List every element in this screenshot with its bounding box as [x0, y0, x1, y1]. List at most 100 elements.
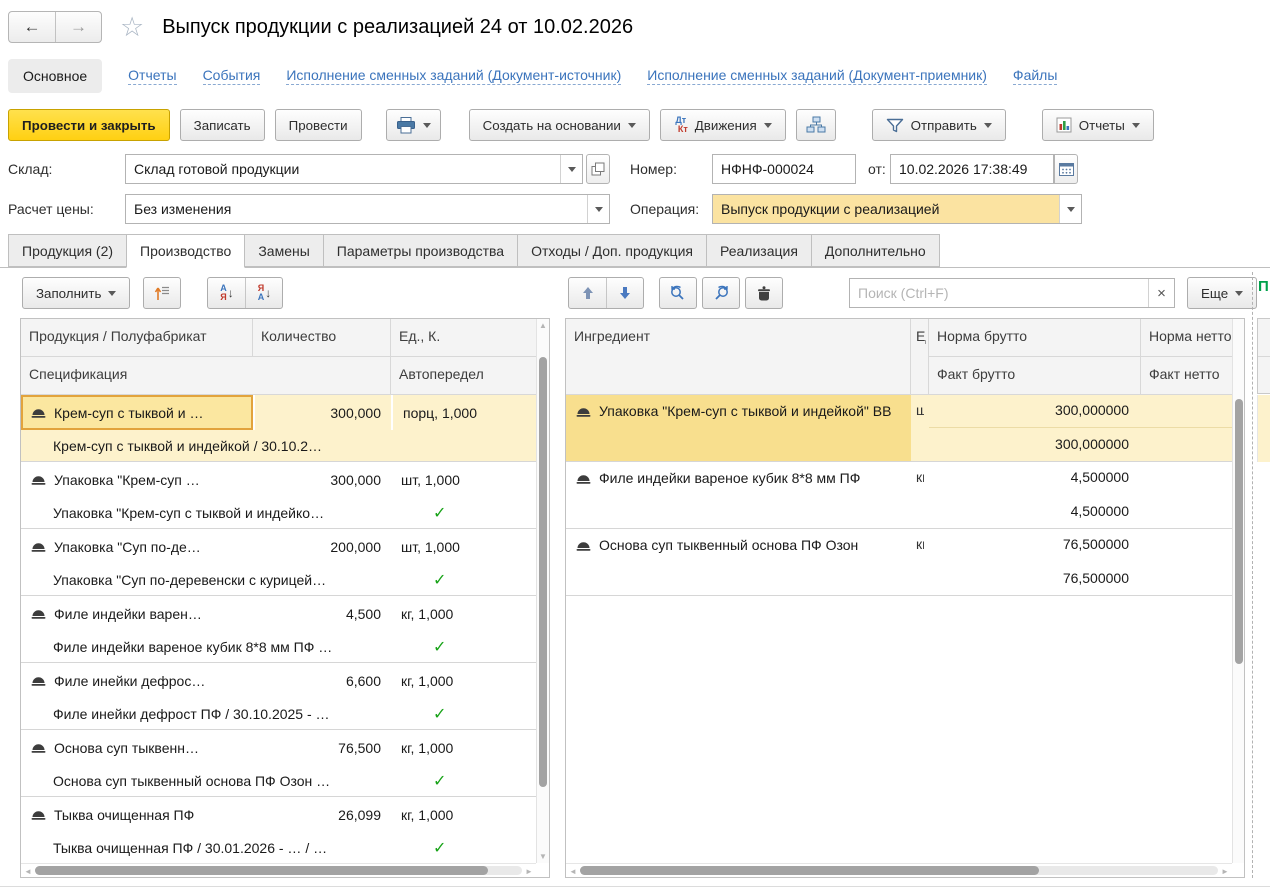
sort-descending-button[interactable]: ЯА ↓	[245, 278, 282, 308]
search-up-button[interactable]	[659, 277, 697, 309]
nav-item-shift-tasks-receiver[interactable]: Исполнение сменных заданий (Документ-при…	[647, 67, 987, 85]
nav-item-shift-tasks-source[interactable]: Исполнение сменных заданий (Документ-ист…	[286, 67, 621, 85]
product-spec: Упаковка "Суп по-деревенски с курицей…	[21, 572, 391, 588]
arrow-up-list-icon	[153, 285, 171, 301]
scroll-right-icon[interactable]: ►	[522, 864, 536, 878]
nav-item-reports[interactable]: Отчеты	[128, 67, 176, 85]
ingredient-name: Филе индейки вареное кубик 8*8 мм ПФ	[599, 469, 860, 528]
column-product[interactable]: Продукция / Полуфабрикат	[21, 319, 253, 357]
warehouse-field[interactable]: Склад готовой продукции	[125, 154, 583, 184]
post-button[interactable]: Провести	[275, 109, 362, 141]
move-up-button[interactable]	[569, 278, 606, 308]
reports-button[interactable]: Отчеты	[1042, 109, 1154, 141]
scroll-right-icon[interactable]: ►	[1218, 864, 1232, 878]
nav-item-files[interactable]: Файлы	[1013, 67, 1057, 85]
table-row[interactable]: Упаковка "Крем-суп … 300,000 шт, 1,000 У…	[21, 462, 536, 529]
scroll-left-icon[interactable]: ◄	[21, 864, 35, 878]
more-button[interactable]: Еще	[1187, 277, 1257, 309]
scroll-down-icon[interactable]: ▼	[537, 852, 549, 861]
panel-splitter[interactable]	[1252, 272, 1253, 878]
products-horizontal-scrollbar[interactable]: ◄ ►	[21, 863, 536, 877]
table-row[interactable]: Упаковка "Крем-суп с тыквой и индейкой" …	[566, 395, 1232, 462]
move-down-button[interactable]	[606, 278, 643, 308]
calendar-button[interactable]	[1054, 154, 1078, 184]
back-button[interactable]: ←	[9, 12, 55, 42]
fill-button[interactable]: Заполнить	[22, 277, 130, 309]
table-row[interactable]: Основа суп тыквенный основа ПФ Озон кг 7…	[566, 529, 1232, 596]
tab-waste[interactable]: Отходы / Доп. продукция	[517, 234, 707, 267]
post-label: Провести	[289, 118, 348, 133]
nav-item-main[interactable]: Основное	[8, 59, 102, 93]
column-norm-gross[interactable]: Норма брутто	[929, 319, 1141, 357]
scrollbar-thumb[interactable]	[35, 866, 488, 875]
table-row[interactable]: Упаковка "Суп по-де… 200,000 шт, 1,000 У…	[21, 529, 536, 596]
clear-search-button[interactable]: ×	[1148, 279, 1174, 307]
product-unit: порц, 1,000	[391, 395, 536, 430]
table-row[interactable]: Филе индейки вареное кубик 8*8 мм ПФ кг …	[566, 462, 1232, 529]
favorite-star-icon[interactable]: ☆	[120, 14, 144, 41]
move-to-top-button[interactable]	[143, 277, 181, 309]
scrollbar-thumb[interactable]	[1235, 399, 1243, 664]
column-fact-gross[interactable]: Факт брутто	[929, 357, 1141, 395]
products-vertical-scrollbar[interactable]: ▲ ▼	[536, 319, 549, 863]
column-ingredient[interactable]: Ингредиент	[566, 319, 911, 395]
document-tabs: Продукция (2) Производство Замены Параме…	[8, 234, 1270, 268]
table-row[interactable]: Филе индейки варен… 4,500 кг, 1,000 Филе…	[21, 596, 536, 663]
ingredients-vertical-scrollbar[interactable]	[1232, 319, 1244, 863]
product-spec: Филе инейки дефрост ПФ / 30.10.2025 - …	[21, 706, 391, 722]
number-label: Номер:	[630, 154, 677, 184]
table-row[interactable]: Основа суп тыквенн… 76,500 кг, 1,000 Осн…	[21, 730, 536, 797]
product-qty: 200,000	[253, 539, 391, 555]
send-button[interactable]: Отправить	[872, 109, 1006, 141]
cooking-pot-icon	[755, 286, 773, 301]
report-structure-icon	[806, 116, 826, 134]
structure-button[interactable]	[796, 109, 836, 141]
price-calc-field[interactable]: Без изменения	[125, 194, 610, 224]
column-autoredo[interactable]: Автопередел	[391, 357, 536, 395]
operation-field[interactable]: Выпуск продукции с реализацией	[712, 194, 1082, 224]
operation-dropdown-button[interactable]	[1059, 195, 1081, 223]
price-calc-dropdown-button[interactable]	[587, 195, 609, 223]
nav-item-events[interactable]: События	[203, 67, 261, 85]
date-field[interactable]: 10.02.2026 17:38:49	[890, 154, 1054, 184]
scrollbar-thumb[interactable]	[580, 866, 1039, 875]
column-quantity[interactable]: Количество	[253, 319, 391, 357]
tab-production-params[interactable]: Параметры производства	[323, 234, 518, 267]
movements-button[interactable]: ДтКт Движения	[660, 109, 786, 141]
scroll-left-icon[interactable]: ◄	[566, 864, 580, 878]
column-unit[interactable]: Ед., К.	[391, 319, 536, 357]
warehouse-dropdown-button[interactable]	[560, 155, 582, 183]
column-norm-net[interactable]: Норма нетто	[1141, 319, 1233, 357]
column-unit[interactable]: Ед. изм.	[911, 319, 929, 395]
product-unit: кг, 1,000	[391, 606, 536, 622]
sort-ascending-button[interactable]: АЯ ↓	[208, 278, 245, 308]
column-fact-net[interactable]: Факт нетто	[1141, 357, 1233, 395]
column-spec[interactable]: Спецификация	[21, 357, 391, 395]
product-unit: кг, 1,000	[391, 673, 536, 689]
number-field[interactable]: НФНФ-000024	[712, 154, 856, 184]
forward-button[interactable]: →	[55, 12, 101, 42]
tab-production[interactable]: Производство	[126, 234, 245, 268]
search-down-button[interactable]	[702, 277, 740, 309]
product-qty: 300,000	[253, 472, 391, 488]
page-title: Выпуск продукции с реализацией 24 от 10.…	[162, 16, 633, 39]
post-and-close-button[interactable]: Провести и закрыть	[8, 109, 170, 141]
table-row[interactable]: Филе инейки дефрос… 6,600 кг, 1,000 Филе…	[21, 663, 536, 730]
tab-realization[interactable]: Реализация	[706, 234, 812, 267]
autoredo-check-icon: ✓	[433, 706, 446, 723]
print-button[interactable]	[386, 109, 441, 141]
ingredients-horizontal-scrollbar[interactable]: ◄ ►	[566, 863, 1232, 877]
scrollbar-thumb[interactable]	[539, 357, 547, 787]
tab-products[interactable]: Продукция (2)	[8, 234, 127, 267]
tab-additional[interactable]: Дополнительно	[811, 234, 940, 267]
warehouse-open-button[interactable]	[586, 154, 610, 184]
write-button[interactable]: Записать	[180, 109, 265, 141]
search-input[interactable]	[850, 279, 1148, 307]
cooking-pot-button[interactable]	[745, 277, 783, 309]
create-on-base-button[interactable]: Создать на основании	[469, 109, 650, 141]
table-row[interactable]: Тыква очищенная ПФ 26,099 кг, 1,000 Тыкв…	[21, 797, 536, 863]
table-row[interactable]: Крем-суп с тыквой и … 300,000 порц, 1,00…	[21, 395, 536, 462]
tab-replacements[interactable]: Замены	[244, 234, 323, 267]
price-calc-label: Расчет цены:	[8, 194, 94, 224]
scroll-up-icon[interactable]: ▲	[537, 321, 549, 330]
